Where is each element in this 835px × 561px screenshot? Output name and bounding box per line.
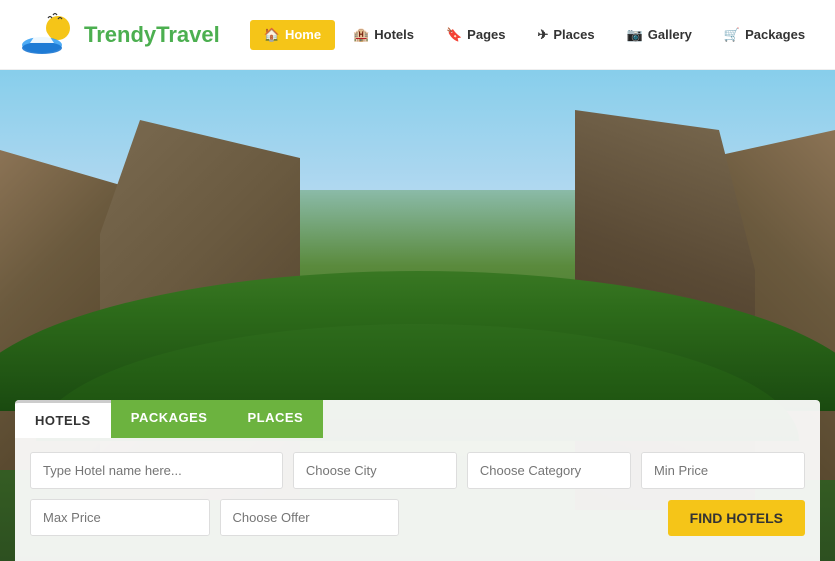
packages-icon: 🛒 bbox=[724, 27, 740, 43]
category-input[interactable] bbox=[468, 453, 631, 488]
find-hotels-button[interactable]: FIND HOTELS bbox=[668, 500, 805, 536]
nav-blog[interactable]: ✏ Blog bbox=[823, 20, 835, 50]
max-price-select-group: ▼ bbox=[30, 499, 210, 536]
offer-select-group: ▼ bbox=[220, 499, 400, 536]
home-icon: 🏠 bbox=[264, 27, 280, 43]
category-select-group: ▼ bbox=[467, 452, 631, 489]
min-price-input[interactable] bbox=[642, 453, 805, 488]
gallery-icon: 📷 bbox=[627, 27, 643, 43]
nav-hotels[interactable]: 🏨 Hotels bbox=[339, 20, 428, 50]
search-tabs: HOTELS PACKAGES PLACES bbox=[15, 400, 820, 438]
nav-pages[interactable]: 🔖 Pages bbox=[432, 20, 520, 50]
logo: TrendyTravel bbox=[20, 10, 220, 60]
search-panel: HOTELS PACKAGES PLACES ▼ ▼ ▼ bbox=[15, 400, 820, 561]
main-nav: 🏠 Home 🏨 Hotels 🔖 Pages ✈ Places 📷 Galle… bbox=[250, 20, 835, 50]
nav-places[interactable]: ✈ Places bbox=[523, 20, 608, 50]
search-row-2: ▼ ▼ FIND HOTELS bbox=[15, 499, 820, 536]
hotels-icon: 🏨 bbox=[353, 27, 369, 43]
logo-text: TrendyTravel bbox=[84, 22, 220, 48]
hero-section: HOTELS PACKAGES PLACES ▼ ▼ ▼ bbox=[0, 70, 835, 561]
tab-packages[interactable]: PACKAGES bbox=[111, 400, 228, 438]
min-price-select-group: ▼ bbox=[641, 452, 805, 489]
pages-icon: 🔖 bbox=[446, 27, 462, 43]
tab-hotels[interactable]: HOTELS bbox=[15, 400, 111, 438]
nav-packages[interactable]: 🛒 Packages bbox=[710, 20, 819, 50]
nav-home[interactable]: 🏠 Home bbox=[250, 20, 335, 50]
header: TrendyTravel 🏠 Home 🏨 Hotels 🔖 Pages ✈ P… bbox=[0, 0, 835, 70]
max-price-input[interactable] bbox=[31, 500, 210, 535]
logo-icon bbox=[20, 10, 80, 60]
places-icon: ✈ bbox=[537, 27, 548, 43]
offer-input[interactable] bbox=[221, 500, 400, 535]
tab-places[interactable]: PLACES bbox=[227, 400, 323, 438]
hotel-name-input[interactable] bbox=[30, 452, 283, 489]
city-input[interactable] bbox=[294, 453, 457, 488]
search-row-1: ▼ ▼ ▼ bbox=[15, 452, 820, 489]
city-select-group: ▼ bbox=[293, 452, 457, 489]
nav-gallery[interactable]: 📷 Gallery bbox=[613, 20, 706, 50]
